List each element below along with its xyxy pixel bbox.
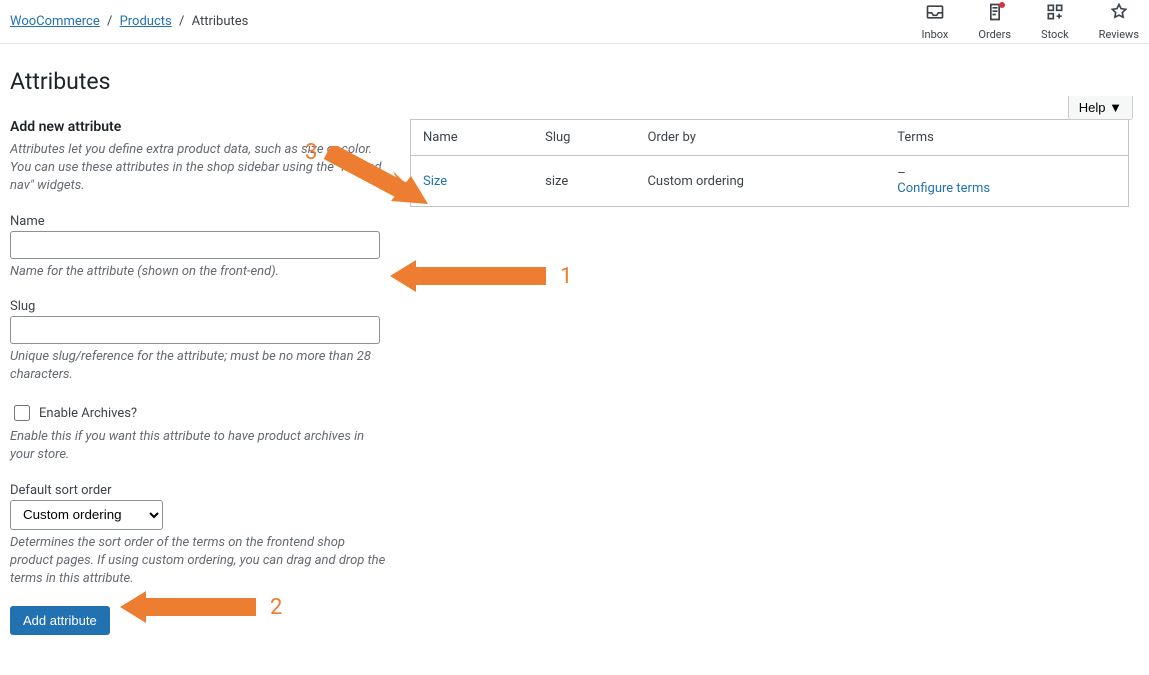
sort-order-select[interactable]: Custom ordering [10,500,163,530]
th-orderby: Order by [635,120,885,156]
configure-terms-link[interactable]: Configure terms [897,181,990,196]
stock-button[interactable]: Stock [1041,2,1069,41]
reviews-label: Reviews [1099,28,1139,41]
th-terms: Terms [885,120,1128,156]
attributes-table: Name Slug Order by Terms Size size Custo… [410,119,1129,207]
breadcrumb-current: Attributes [192,14,249,29]
attribute-orderby-cell: Custom ordering [635,156,885,207]
attribute-slug-cell: size [533,156,635,207]
th-slug: Slug [533,120,635,156]
orders-label: Orders [978,28,1011,41]
stock-icon [1045,2,1065,26]
help-toggle[interactable]: Help ▼ [1068,96,1133,120]
breadcrumb-separator: / [107,14,112,29]
stock-label: Stock [1041,28,1069,41]
breadcrumb-separator: / [179,14,184,29]
inbox-button[interactable]: Inbox [922,2,949,41]
sort-order-hint: Determines the sort order of the terms o… [10,534,390,589]
orders-button[interactable]: Orders [978,2,1011,41]
breadcrumb-products[interactable]: Products [120,14,172,29]
enable-archives-hint: Enable this if you want this attribute t… [10,428,390,464]
table-row: Size size Custom ordering – Configure te… [411,156,1129,207]
orders-notification-dot [999,2,1005,8]
th-name: Name [411,120,534,156]
breadcrumb-woocommerce[interactable]: WooCommerce [10,14,100,29]
reviews-button[interactable]: Reviews [1099,2,1139,41]
page-title: Attributes [10,68,1129,95]
attribute-terms-dash: – [897,166,906,181]
add-attribute-button[interactable]: Add attribute [10,606,110,635]
add-attribute-intro: Attributes let you define extra product … [10,141,390,196]
sort-order-label: Default sort order [10,483,390,498]
name-label: Name [10,214,390,229]
inbox-label: Inbox [922,28,949,41]
slug-hint: Unique slug/reference for the attribute;… [10,348,390,384]
name-hint: Name for the attribute (shown on the fro… [10,263,390,281]
name-input[interactable] [10,231,380,259]
breadcrumb: WooCommerce / Products / Attributes [10,0,248,29]
add-attribute-header: Add new attribute [10,119,390,135]
enable-archives-checkbox[interactable] [14,405,30,421]
slug-label: Slug [10,299,390,314]
inbox-icon [925,2,945,26]
enable-archives-label: Enable Archives? [39,406,137,421]
reviews-icon [1109,2,1129,26]
slug-input[interactable] [10,316,380,344]
attribute-name-link[interactable]: Size [423,174,447,189]
